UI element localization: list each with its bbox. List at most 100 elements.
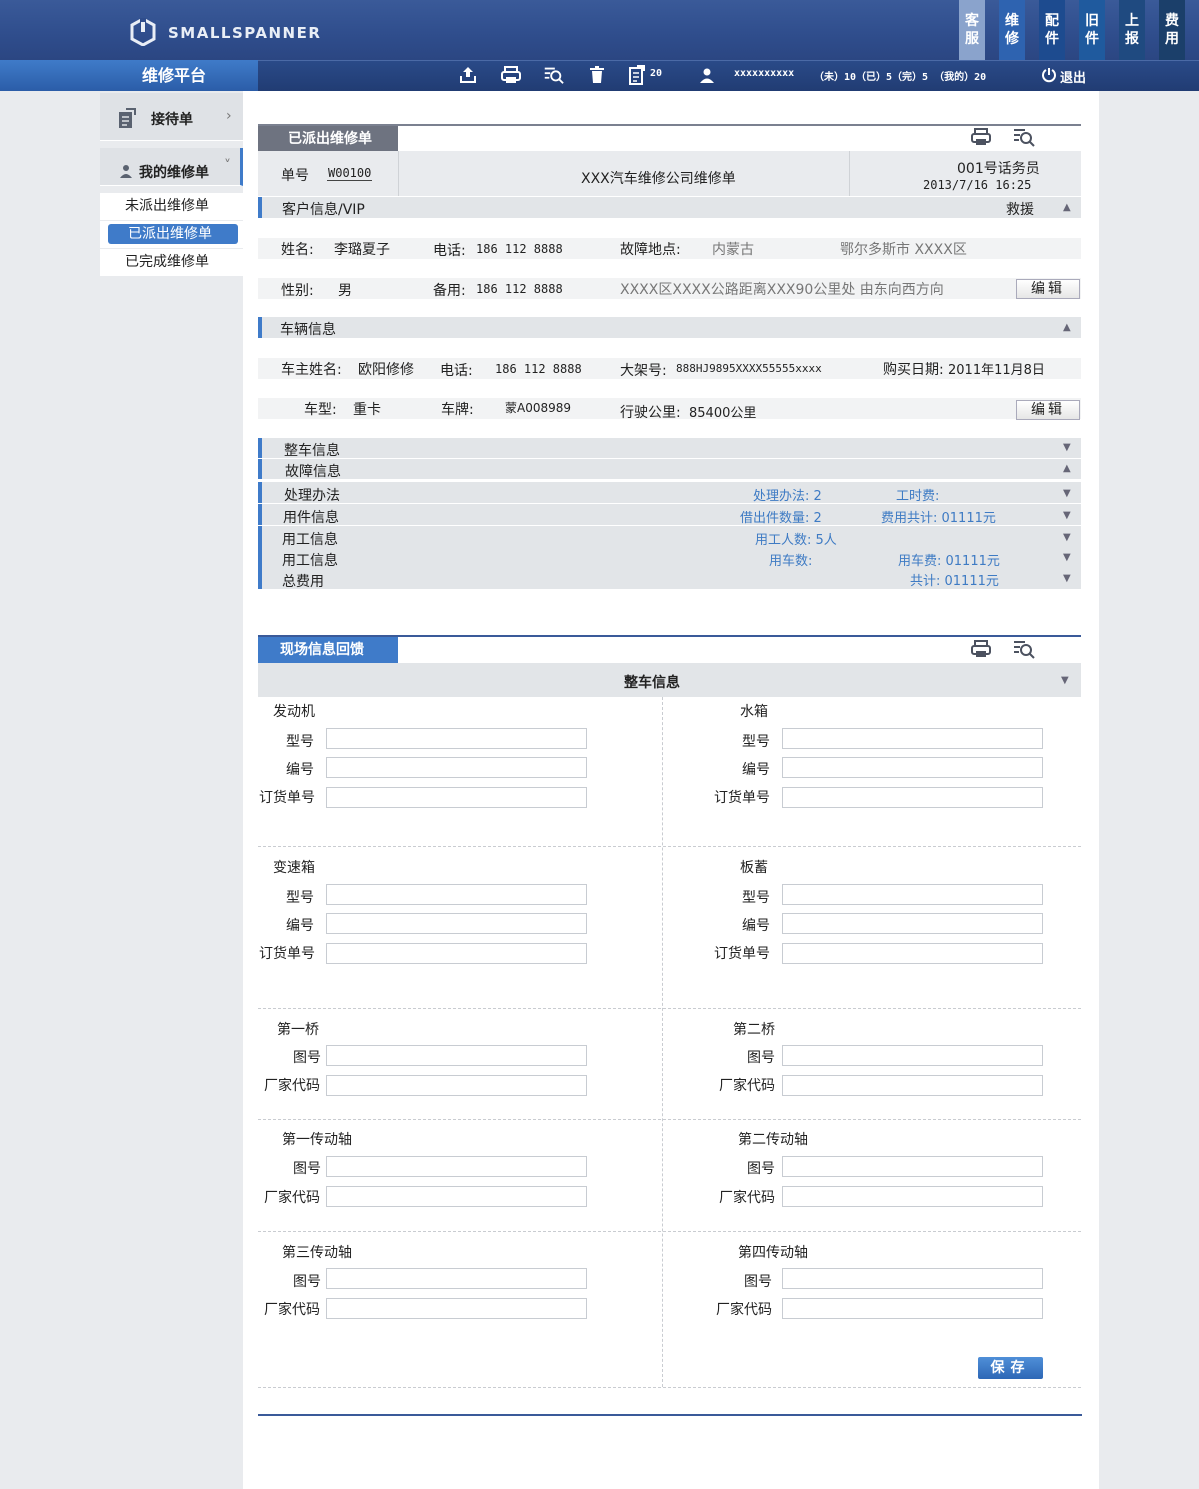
datetime: 2013/7/16 16:25 [923,178,1032,192]
power-icon[interactable] [1038,64,1060,86]
sidebar-item-reception[interactable]: 接待单 › [100,93,243,141]
mileage-label: 行驶公里: [620,405,681,421]
document-icon[interactable] [626,64,648,86]
operator: 001号话务员 [957,161,1040,177]
tab-old-parts[interactable]: 旧件 [1079,0,1105,60]
bar-handling[interactable] [258,482,1081,503]
bar-fault-info[interactable] [258,459,1081,479]
sidebar-sub-dispatched[interactable]: 已派出维修单 [100,221,243,248]
bar-value-b: 费用共计: 01111元 [881,511,996,526]
shaft-1-drawing-input[interactable] [326,1156,587,1177]
expand-down-icon[interactable]: ▼ [1063,532,1071,543]
backup-phone-label: 备用: [433,283,466,299]
leaf-spring-serial-input[interactable] [782,913,1043,934]
shaft-2-drawing-label: 图号 [747,1161,775,1177]
radiator-order-label: 订货单号 [714,790,770,806]
tab-customer-service[interactable]: 客服 [959,0,985,60]
expand-down-icon[interactable]: ▼ [1063,573,1071,584]
tab-report[interactable]: 上报 [1119,0,1145,60]
owner-name: 欧阳修修 [358,362,414,378]
plate-no: 蒙A008989 [505,401,572,415]
sidebar-item-label: 接待单 [151,112,193,128]
frame-no: 888HJ9895XXXX55555xxxx [676,362,822,375]
shaft-2-vendor-input[interactable] [782,1186,1043,1207]
company-title: XXX汽车维修公司维修单 [581,171,736,187]
sidebar: 接待单 › 我的维修单 ˅ 未派出维修单 已派出维修单 已完成维修单 [100,91,243,1489]
gearbox-serial-input[interactable] [326,913,587,934]
bar-value-b: 用车费: 01111元 [898,554,1000,569]
preview-icon[interactable] [542,64,564,86]
model-label: 车型: [304,402,337,418]
engine-order-input[interactable] [326,787,587,808]
upload-icon[interactable] [457,64,479,86]
fault-address: XXXX区XXXX公路距离XXX90公里处 由东向西方向 [620,282,944,298]
print-icon[interactable] [969,638,993,660]
engine-serial-label: 编号 [286,762,314,778]
preview-icon[interactable] [1011,126,1035,148]
shaft-3-drawing-input[interactable] [326,1268,587,1289]
vehicle-info-bar[interactable] [258,317,1081,338]
bar-label: 处理办法 [284,488,340,504]
gearbox-model-input[interactable] [326,884,587,905]
collapse-up-icon[interactable]: ▲ [1063,322,1071,333]
shaft-3-vendor-input[interactable] [326,1298,587,1319]
axle-2-drawing-label: 图号 [747,1050,775,1066]
expand-down-icon[interactable]: ▼ [1061,675,1069,686]
whole-vehicle-title: 整车信息 [624,675,680,691]
sidebar-sub-completed[interactable]: 已完成维修单 [100,249,243,276]
shaft-4-drawing-label: 图号 [744,1274,772,1290]
shaft-4-vendor-input[interactable] [782,1298,1043,1319]
shaft-4-drawing-input[interactable] [782,1268,1043,1289]
collapse-up-icon[interactable]: ▲ [1063,202,1071,213]
axle-1-vendor-input[interactable] [326,1075,587,1096]
shaft-2-drawing-input[interactable] [782,1156,1043,1177]
shaft-1-drawing-label: 图号 [293,1161,321,1177]
collapse-up-icon[interactable]: ▲ [1063,463,1071,474]
purchase-date-label: 购买日期: [883,362,944,378]
fault-city: 鄂尔多斯市 XXXX区 [840,242,967,258]
engine-model-input[interactable] [326,728,587,749]
print-icon[interactable] [500,64,522,86]
expand-down-icon[interactable]: ▼ [1063,510,1071,521]
expand-down-icon[interactable]: ▼ [1063,442,1071,453]
radiator-model-input[interactable] [782,728,1043,749]
print-icon[interactable] [969,126,993,148]
tab-fees[interactable]: 费用 [1159,0,1185,60]
tab-parts[interactable]: 配件 [1039,0,1065,60]
module-tabs: 客服 维修 配件 旧件 上报 费用 [945,0,1185,60]
sidebar-item-my-orders[interactable]: 我的维修单 ˅ [100,148,243,186]
sidebar-sub-undispatched[interactable]: 未派出维修单 [100,193,243,220]
gearbox-order-input[interactable] [326,943,587,964]
divider [258,1008,1081,1009]
axle-2-vendor-input[interactable] [782,1075,1043,1096]
axle-2-drawing-input[interactable] [782,1045,1043,1066]
leaf-spring-model-input[interactable] [782,884,1043,905]
preview-icon[interactable] [1011,638,1035,660]
engine-serial-input[interactable] [326,757,587,778]
gender: 男 [338,283,352,299]
tab-repair[interactable]: 维修 [999,0,1025,60]
group-shaft-2-title: 第二传动轴 [738,1132,808,1148]
leaf-spring-order-input[interactable] [782,943,1043,964]
save-button[interactable]: 保存 [978,1357,1043,1379]
customer-phone: 186 112 8888 [476,242,563,256]
logout-link[interactable]: 退出 [1060,67,1086,86]
delete-icon[interactable] [586,64,608,86]
axle-1-drawing-input[interactable] [326,1045,587,1066]
main-content: 已派出维修单 单号 W00100 XXX汽车维修公司维修单 001号话务员 20… [243,91,1099,1489]
customer-info-bar[interactable] [258,197,1081,218]
edit-customer-button[interactable]: 编辑 [1016,279,1080,299]
shaft-1-vendor-input[interactable] [326,1186,587,1207]
expand-down-icon[interactable]: ▼ [1063,488,1071,499]
radiator-order-input[interactable] [782,787,1043,808]
order-no: W00100 [327,166,373,181]
bar-labor[interactable] [258,526,1081,547]
bar-label: 故障信息 [285,464,341,480]
expand-down-icon[interactable]: ▼ [1063,552,1071,563]
bar-whole-vehicle[interactable] [258,438,1081,458]
gender-label: 性别: [281,283,314,299]
group-shaft-3-title: 第三传动轴 [282,1245,352,1261]
edit-vehicle-button[interactable]: 编辑 [1016,400,1080,420]
radiator-serial-input[interactable] [782,757,1043,778]
username: xxxxxxxxxx [734,68,795,79]
